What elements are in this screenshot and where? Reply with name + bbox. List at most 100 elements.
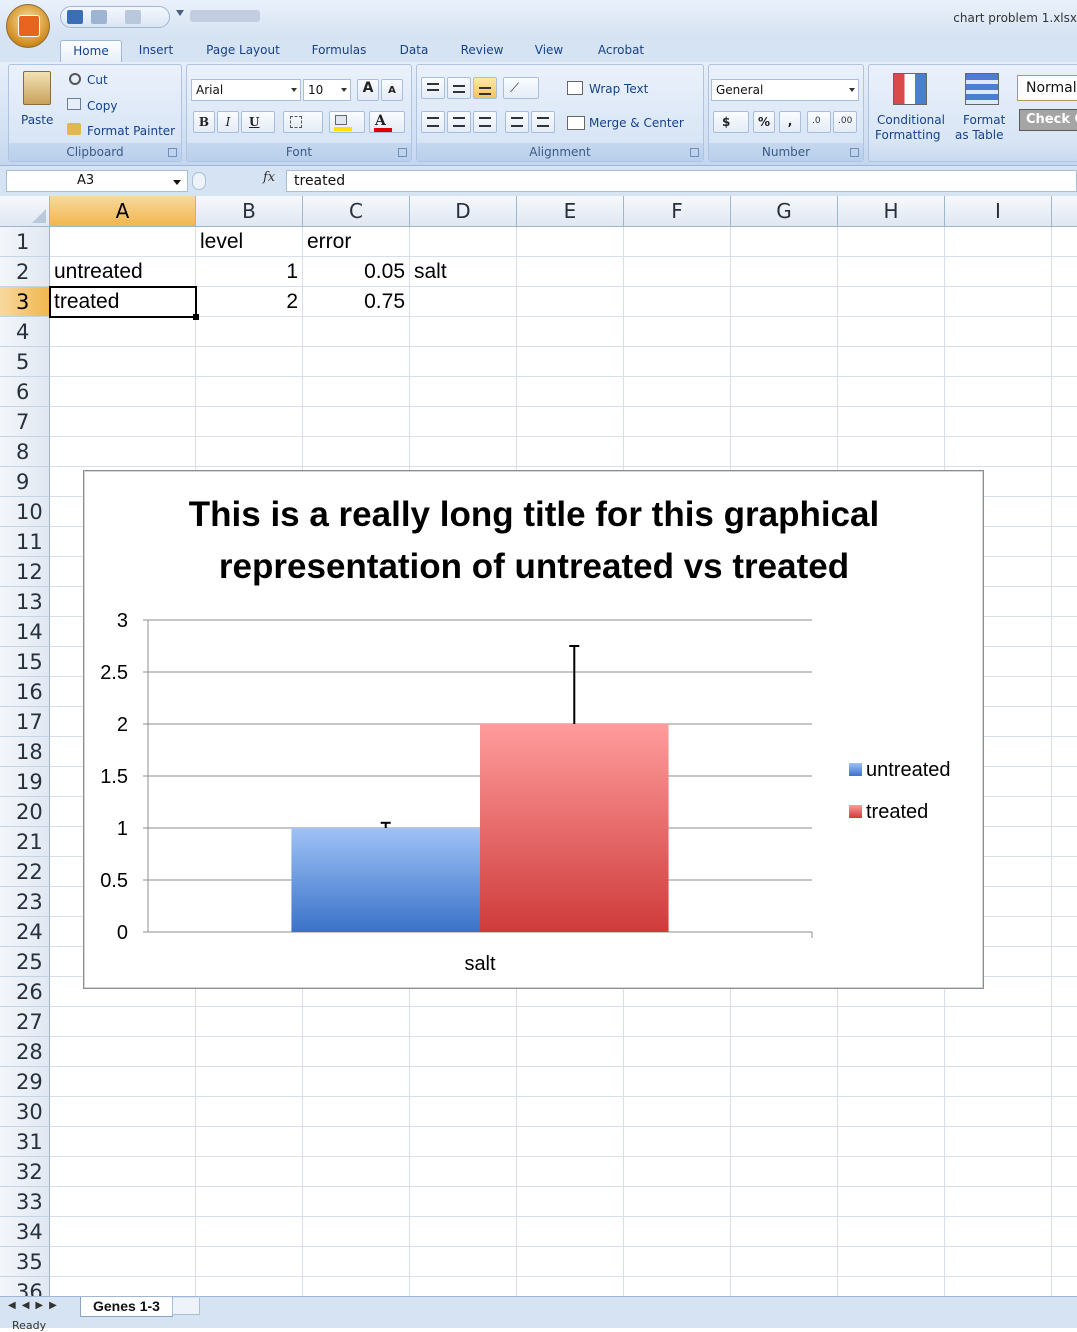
- cell-e5[interactable]: [517, 347, 624, 377]
- cell-i3[interactable]: [945, 287, 1052, 317]
- font-size-combo[interactable]: 10: [303, 79, 351, 101]
- cell-j29[interactable]: [1052, 1067, 1077, 1097]
- cell-b33[interactable]: [196, 1187, 303, 1217]
- row-header-10[interactable]: 10: [0, 497, 50, 527]
- cell-a8[interactable]: [50, 437, 196, 467]
- cell-i27[interactable]: [945, 1007, 1052, 1037]
- cell-c2[interactable]: 0.05: [303, 257, 410, 287]
- row-header-35[interactable]: 35: [0, 1247, 50, 1277]
- cell-f7[interactable]: [624, 407, 731, 437]
- cell-b28[interactable]: [196, 1037, 303, 1067]
- insert-function-icon[interactable]: fx: [263, 170, 275, 185]
- cell-c5[interactable]: [303, 347, 410, 377]
- shrink-font-button[interactable]: A: [381, 79, 403, 101]
- fill-handle[interactable]: [193, 314, 199, 320]
- cell-b3[interactable]: 2: [196, 287, 303, 317]
- cell-e3[interactable]: [517, 287, 624, 317]
- conditional-formatting-icon[interactable]: [893, 73, 927, 105]
- row-header-31[interactable]: 31: [0, 1127, 50, 1157]
- tab-review[interactable]: Review: [454, 40, 510, 62]
- fill-color-button[interactable]: [329, 111, 365, 133]
- cell-f33[interactable]: [624, 1187, 731, 1217]
- align-center-button[interactable]: [447, 111, 471, 133]
- cell-d3[interactable]: [410, 287, 517, 317]
- undo-icon[interactable]: [91, 10, 107, 24]
- row-header-23[interactable]: 23: [0, 887, 50, 917]
- cell-j2[interactable]: [1052, 257, 1077, 287]
- cell-f6[interactable]: [624, 377, 731, 407]
- cell-i35[interactable]: [945, 1247, 1052, 1277]
- format-as-table-label[interactable]: Format: [963, 113, 1005, 127]
- cell-h29[interactable]: [838, 1067, 945, 1097]
- align-bottom-button[interactable]: [473, 77, 497, 99]
- row-header-25[interactable]: 25: [0, 947, 50, 977]
- borders-button[interactable]: [283, 111, 323, 133]
- cell-h8[interactable]: [838, 437, 945, 467]
- cell-i29[interactable]: [945, 1067, 1052, 1097]
- cell-e28[interactable]: [517, 1037, 624, 1067]
- cell-b30[interactable]: [196, 1097, 303, 1127]
- cell-h35[interactable]: [838, 1247, 945, 1277]
- cell-f32[interactable]: [624, 1157, 731, 1187]
- italic-button[interactable]: I: [217, 111, 239, 133]
- cell-j19[interactable]: [1052, 767, 1077, 797]
- cell-i30[interactable]: [945, 1097, 1052, 1127]
- cell-f31[interactable]: [624, 1127, 731, 1157]
- cell-b27[interactable]: [196, 1007, 303, 1037]
- cell-h3[interactable]: [838, 287, 945, 317]
- tab-acrobat[interactable]: Acrobat: [590, 40, 652, 62]
- cell-e8[interactable]: [517, 437, 624, 467]
- cell-g29[interactable]: [731, 1067, 838, 1097]
- decrease-indent-button[interactable]: [505, 111, 529, 133]
- row-header-13[interactable]: 13: [0, 587, 50, 617]
- cell-d1[interactable]: [410, 227, 517, 257]
- cell-h6[interactable]: [838, 377, 945, 407]
- cell-j12[interactable]: [1052, 557, 1077, 587]
- style-check-cell[interactable]: Check C: [1019, 109, 1077, 131]
- column-header-b[interactable]: B: [196, 196, 303, 227]
- cell-g31[interactable]: [731, 1127, 838, 1157]
- cell-e4[interactable]: [517, 317, 624, 347]
- cell-g1[interactable]: [731, 227, 838, 257]
- cell-j33[interactable]: [1052, 1187, 1077, 1217]
- conditional-formatting-label[interactable]: Conditional: [877, 113, 945, 127]
- cell-d4[interactable]: [410, 317, 517, 347]
- cell-h5[interactable]: [838, 347, 945, 377]
- cell-d35[interactable]: [410, 1247, 517, 1277]
- cell-a31[interactable]: [50, 1127, 196, 1157]
- row-header-6[interactable]: 6: [0, 377, 50, 407]
- tab-page-layout[interactable]: Page Layout: [200, 40, 286, 62]
- customize-qat-icon[interactable]: [176, 10, 184, 18]
- cell-c3[interactable]: 0.75: [303, 287, 410, 317]
- row-header-3[interactable]: 3: [0, 287, 50, 317]
- cell-i6[interactable]: [945, 377, 1052, 407]
- cell-g34[interactable]: [731, 1217, 838, 1247]
- cell-i34[interactable]: [945, 1217, 1052, 1247]
- office-button[interactable]: [6, 4, 50, 48]
- row-header-32[interactable]: 32: [0, 1157, 50, 1187]
- cell-c33[interactable]: [303, 1187, 410, 1217]
- row-header-9[interactable]: 9: [0, 467, 50, 497]
- cell-a2[interactable]: untreated: [50, 257, 196, 287]
- cell-j36[interactable]: [1052, 1277, 1077, 1296]
- cell-c6[interactable]: [303, 377, 410, 407]
- cell-j10[interactable]: [1052, 497, 1077, 527]
- cell-g33[interactable]: [731, 1187, 838, 1217]
- cell-g27[interactable]: [731, 1007, 838, 1037]
- cell-j3[interactable]: [1052, 287, 1077, 317]
- cell-g36[interactable]: [731, 1277, 838, 1296]
- cell-f8[interactable]: [624, 437, 731, 467]
- cell-a35[interactable]: [50, 1247, 196, 1277]
- comma-button[interactable]: ,: [779, 111, 801, 133]
- cell-c27[interactable]: [303, 1007, 410, 1037]
- cell-b5[interactable]: [196, 347, 303, 377]
- row-header-16[interactable]: 16: [0, 677, 50, 707]
- cell-i31[interactable]: [945, 1127, 1052, 1157]
- cell-h34[interactable]: [838, 1217, 945, 1247]
- cell-e34[interactable]: [517, 1217, 624, 1247]
- cell-j23[interactable]: [1052, 887, 1077, 917]
- cell-d8[interactable]: [410, 437, 517, 467]
- cell-f2[interactable]: [624, 257, 731, 287]
- grow-font-button[interactable]: A: [357, 79, 379, 101]
- cell-d28[interactable]: [410, 1037, 517, 1067]
